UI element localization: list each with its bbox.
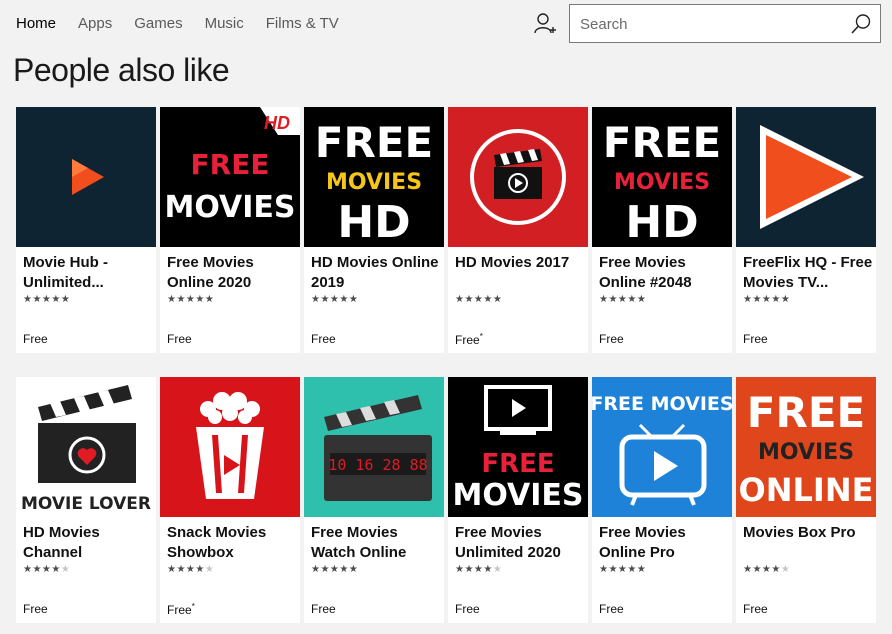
rating-stars: ★★★★★ — [599, 564, 647, 575]
app-title: HD Movies Online 2019 — [311, 254, 439, 291]
app-card[interactable]: 10 16 28 88 Free Movies Watch Online ★★★… — [304, 377, 444, 623]
nav-tab-games[interactable]: Games — [134, 14, 182, 34]
search-input[interactable] — [580, 13, 840, 35]
app-title: HD Movies Channel — [23, 524, 100, 561]
app-price: Free — [599, 602, 624, 616]
price-mark: * — [479, 332, 483, 341]
rating-stars: ★★★★★ — [167, 564, 215, 575]
rating-stars: ★★★★★ — [167, 294, 215, 305]
app-price: Free — [455, 602, 480, 616]
tile-text: FREE MOVIES — [592, 393, 732, 415]
app-card[interactable]: HD Movies 2017 ★★★★★ Free* — [448, 107, 588, 353]
svg-text:FREE: FREE — [747, 388, 865, 437]
svg-text:MOVIES: MOVIES — [326, 170, 422, 195]
svg-text:MOVIES: MOVIES — [614, 170, 710, 195]
app-price: Free — [743, 602, 768, 616]
app-price: Free* — [455, 332, 483, 347]
app-tile-image — [16, 107, 156, 247]
rating-stars: ★★★★★ — [23, 564, 71, 575]
hd-badge-text: HD — [264, 113, 290, 133]
app-tile-image: HD FREE MOVIES — [160, 107, 300, 247]
svg-text:FREE: FREE — [481, 449, 554, 479]
app-title: Free Movies Unlimited 2020 — [455, 524, 561, 561]
svg-text:MOVIES: MOVIES — [164, 190, 295, 225]
app-tile-image — [160, 377, 300, 517]
app-title: HD Movies 2017 — [455, 254, 570, 271]
svg-text:ONLINE: ONLINE — [739, 471, 874, 509]
app-tile-image: 10 16 28 88 — [304, 377, 444, 517]
app-tile-image: MOVIE LOVER — [16, 377, 156, 517]
app-title: Snack Movies Showbox — [167, 524, 267, 561]
svg-text:FREE: FREE — [603, 118, 721, 167]
app-price: Free — [23, 332, 48, 346]
app-title: FreeFlix HQ - Free Movies TV... — [743, 254, 873, 291]
app-title: Free Movies Watch Online — [311, 524, 407, 561]
app-title: Free Movies Online 2020 — [167, 254, 254, 291]
price-text: Free — [455, 333, 480, 347]
app-tile-image: FREE MOVIES — [448, 377, 588, 517]
rating-stars: ★★★★★ — [311, 564, 359, 575]
tile-text: 10 16 28 88 — [328, 456, 427, 474]
search-icon[interactable] — [850, 13, 872, 35]
svg-text:MOVIES: MOVIES — [452, 478, 583, 513]
app-tile-image: FREE MOVIES — [592, 377, 732, 517]
nav-tab-home[interactable]: Home — [16, 14, 56, 34]
app-card[interactable]: MOVIE LOVER HD Movies Channel ★★★★★ Free — [16, 377, 156, 623]
app-title: Movies Box Pro — [743, 524, 856, 541]
nav-tabs: Home Apps Games Music Films & TV — [16, 14, 361, 34]
app-price: Free — [311, 602, 336, 616]
app-card[interactable]: FREE MOVIES Free Movies Online Pro ★★★★★… — [592, 377, 732, 623]
nav-tab-apps[interactable]: Apps — [78, 14, 112, 34]
app-card[interactable]: FreeFlix HQ - Free Movies TV... ★★★★★ Fr… — [736, 107, 876, 353]
app-card[interactable]: Snack Movies Showbox ★★★★★ Free* — [160, 377, 300, 623]
section-title: People also like — [13, 52, 230, 88]
rating-stars: ★★★★★ — [743, 294, 791, 305]
app-tile-image — [736, 107, 876, 247]
app-title: Movie Hub - Unlimited... — [23, 254, 108, 291]
svg-text:MOVIES: MOVIES — [758, 440, 854, 465]
svg-text:HD: HD — [625, 197, 698, 247]
svg-text:FREE: FREE — [315, 118, 433, 167]
rating-stars: ★★★★★ — [743, 564, 791, 575]
nav-tab-films-tv[interactable]: Films & TV — [266, 14, 339, 34]
price-mark: * — [191, 602, 195, 611]
app-tile-image: FREE MOVIES HD — [592, 107, 732, 247]
app-title: Free Movies Online #2048 — [599, 254, 692, 291]
app-price: Free* — [167, 602, 195, 617]
top-bar: Home Apps Games Music Films & TV — [0, 0, 892, 48]
rating-stars: ★★★★★ — [23, 294, 71, 305]
rating-stars: ★★★★★ — [455, 564, 503, 575]
svg-text:HD: HD — [337, 197, 410, 247]
app-tile-image: FREE MOVIES ONLINE — [736, 377, 876, 517]
app-price: Free — [23, 602, 48, 616]
nav-tab-music[interactable]: Music — [205, 14, 244, 34]
app-card[interactable]: FREE MOVIES HD Free Movies Online #2048 … — [592, 107, 732, 353]
rating-stars: ★★★★★ — [311, 294, 359, 305]
app-card[interactable]: HD FREE MOVIES Free Movies Online 2020 ★… — [160, 107, 300, 353]
app-tile-image — [448, 107, 588, 247]
app-card[interactable]: Movie Hub - Unlimited... ★★★★★ Free — [16, 107, 156, 353]
price-text: Free — [167, 603, 192, 617]
app-row-1: Movie Hub - Unlimited... ★★★★★ Free HD F… — [16, 107, 876, 353]
app-card[interactable]: FREE MOVIES Free Movies Unlimited 2020 ★… — [448, 377, 588, 623]
tile-text: MOVIE LOVER — [21, 494, 151, 514]
app-title: Free Movies Online Pro — [599, 524, 686, 561]
app-price: Free — [167, 332, 192, 346]
app-card[interactable]: FREE MOVIES HD HD Movies Online 2019 ★★★… — [304, 107, 444, 353]
app-tile-image: FREE MOVIES HD — [304, 107, 444, 247]
rating-stars: ★★★★★ — [599, 294, 647, 305]
app-card[interactable]: FREE MOVIES ONLINE Movies Box Pro ★★★★★ … — [736, 377, 876, 623]
app-row-2: MOVIE LOVER HD Movies Channel ★★★★★ Free… — [16, 377, 876, 623]
svg-text:FREE: FREE — [191, 148, 270, 181]
rating-stars: ★★★★★ — [455, 294, 503, 305]
search-box — [569, 4, 881, 43]
app-price: Free — [311, 332, 336, 346]
app-price: Free — [743, 332, 768, 346]
app-price: Free — [599, 332, 624, 346]
add-user-icon[interactable] — [532, 11, 558, 37]
